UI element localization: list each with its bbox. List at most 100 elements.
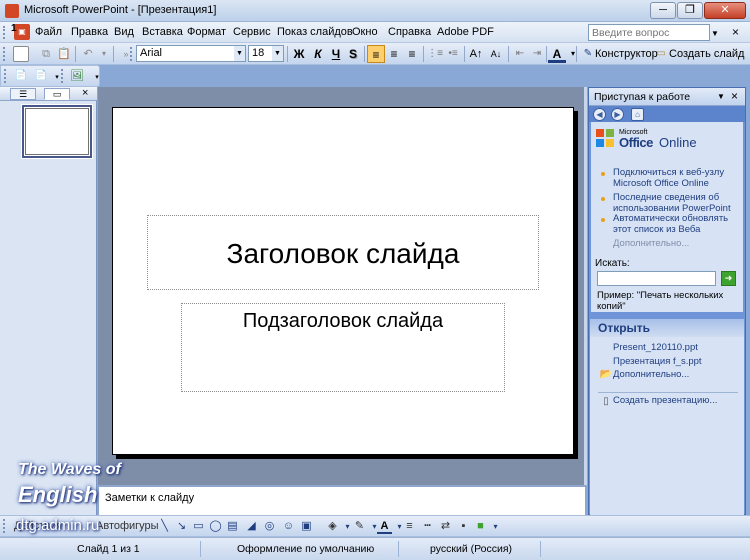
clipart-tool-icon[interactable]: ☺ bbox=[281, 519, 296, 534]
decrease-indent-icon[interactable]: ⇤ bbox=[511, 45, 529, 63]
task-pane-header: Приступая к работе ▼ × bbox=[589, 88, 745, 106]
pane-close-button[interactable]: × bbox=[82, 87, 88, 99]
increase-font-icon[interactable]: A↑ bbox=[467, 45, 485, 63]
font-color-draw-icon[interactable]: A bbox=[377, 519, 392, 534]
toolbar-grip[interactable] bbox=[4, 69, 7, 83]
chevron-down-icon[interactable]: ▼ bbox=[717, 92, 725, 101]
new-slide-icon: ▭ bbox=[656, 48, 666, 59]
menu-insert[interactable]: Вставка bbox=[142, 26, 183, 38]
menu-edit[interactable]: Правка bbox=[71, 26, 108, 38]
pdf-email-icon[interactable]: 📄 bbox=[33, 68, 49, 84]
link-auto-update[interactable]: Автоматически обновлять этот список из В… bbox=[613, 213, 738, 235]
arrow-tool-icon[interactable]: ↘ bbox=[174, 519, 189, 534]
shadow-style-icon[interactable]: ▪ bbox=[456, 519, 471, 534]
menu-file[interactable]: Файл bbox=[35, 26, 62, 38]
tab-slides[interactable]: ▭ bbox=[44, 88, 70, 100]
back-icon[interactable]: ◀ bbox=[593, 108, 606, 121]
new-slide-button[interactable]: Создать слайд bbox=[669, 48, 744, 60]
tab-outline[interactable]: ☰ bbox=[10, 88, 36, 100]
subtitle-placeholder[interactable]: Подзаголовок слайда bbox=[181, 303, 505, 392]
vertical-scrollbar[interactable] bbox=[584, 87, 587, 485]
toolbar-grip[interactable] bbox=[130, 47, 133, 61]
diagram-tool-icon[interactable]: ◎ bbox=[262, 519, 277, 534]
increase-indent-icon[interactable]: ⇥ bbox=[528, 45, 546, 63]
font-color-dropdown-icon[interactable]: ▾ bbox=[565, 46, 581, 62]
align-right-button[interactable]: ≡ bbox=[403, 45, 421, 63]
3d-style-icon[interactable]: ■ bbox=[473, 519, 488, 534]
font-size-combo[interactable]: 18 ▼ bbox=[248, 45, 284, 62]
undo-icon[interactable]: ↶ bbox=[80, 46, 96, 62]
question-dropdown-icon[interactable]: ▼ bbox=[711, 29, 719, 38]
insert-picture-icon[interactable]: 🖼 bbox=[69, 68, 85, 84]
toolbar-grip[interactable] bbox=[3, 519, 6, 533]
fill-color-icon[interactable]: ◈ bbox=[325, 519, 340, 534]
new-document-icon[interactable] bbox=[13, 46, 29, 62]
picture-tool-icon[interactable]: ▣ bbox=[299, 519, 314, 534]
menu-view[interactable]: Вид bbox=[114, 26, 134, 38]
menu-format[interactable]: Формат bbox=[187, 26, 226, 38]
minimize-button[interactable]: ─ bbox=[650, 2, 676, 19]
separator bbox=[287, 46, 288, 62]
undo-dropdown-icon[interactable]: ▾ bbox=[96, 46, 112, 62]
menu-grip[interactable] bbox=[3, 26, 6, 39]
menu-adobe-pdf[interactable]: Adobe PDF bbox=[437, 26, 494, 38]
forward-icon[interactable]: ▶ bbox=[611, 108, 624, 121]
rectangle-tool-icon[interactable]: ▭ bbox=[191, 519, 206, 534]
menu-window[interactable]: Окно bbox=[352, 26, 378, 38]
separator bbox=[546, 46, 547, 62]
line-tool-icon[interactable]: ╲ bbox=[157, 519, 172, 534]
document-close-button[interactable]: × bbox=[732, 25, 739, 39]
underline-button[interactable]: Ч bbox=[327, 45, 345, 63]
chevron-down-icon[interactable]: ▼ bbox=[234, 46, 245, 61]
link-connect-office-online[interactable]: Подключиться к веб-узлу Microsoft Office… bbox=[613, 167, 738, 189]
shadow-button[interactable]: S bbox=[344, 45, 362, 63]
link-more[interactable]: Дополнительно... bbox=[613, 238, 689, 249]
numbered-list-button[interactable]: ⋮≡ bbox=[426, 45, 444, 63]
search-go-icon[interactable]: ➜ bbox=[721, 271, 736, 286]
create-presentation-link[interactable]: Создать презентацию... bbox=[613, 395, 717, 406]
bulleted-list-button[interactable]: •≡ bbox=[444, 45, 462, 63]
arrow-style-icon[interactable]: ⇄ bbox=[438, 519, 453, 534]
close-button[interactable]: ✕ bbox=[704, 2, 746, 19]
toolbar-grip[interactable] bbox=[61, 69, 64, 83]
recent-file-2[interactable]: Презентация f_s.ppt bbox=[613, 356, 702, 367]
decrease-font-icon[interactable]: A↓ bbox=[487, 45, 505, 63]
font-color-button[interactable]: A bbox=[548, 45, 566, 63]
open-more-link[interactable]: Дополнительно... bbox=[613, 369, 689, 380]
home-icon[interactable]: ⌂ bbox=[631, 108, 644, 121]
toolbar-grip[interactable] bbox=[3, 47, 6, 61]
notes-pane[interactable]: Заметки к слайду bbox=[98, 485, 585, 515]
italic-button[interactable]: К bbox=[309, 45, 327, 63]
align-center-button[interactable]: ≡ bbox=[385, 45, 403, 63]
office-logo-icon bbox=[596, 129, 614, 147]
pane-tabs: ☰ ▭ × bbox=[0, 87, 97, 101]
paste-icon[interactable]: 📋 bbox=[56, 46, 72, 62]
menu-tools[interactable]: Сервис bbox=[233, 26, 271, 38]
align-left-button[interactable]: ≡ bbox=[367, 45, 385, 63]
question-input[interactable] bbox=[588, 24, 710, 41]
link-latest-news[interactable]: Последние сведения об использовании Powe… bbox=[613, 192, 738, 214]
pdf-convert-icon[interactable]: 📄 bbox=[13, 68, 29, 84]
title-bar: Microsoft PowerPoint - [Презентация1] ─ … bbox=[0, 0, 750, 22]
line-style-icon[interactable]: ≡ bbox=[402, 519, 417, 534]
oval-tool-icon[interactable]: ◯ bbox=[208, 519, 223, 534]
toolbar-options-icon[interactable]: ▾ bbox=[488, 519, 503, 534]
toolbar-options-icon[interactable]: ▾ bbox=[89, 70, 105, 86]
bold-button[interactable]: Ж bbox=[290, 45, 308, 63]
wordart-tool-icon[interactable]: ◢ bbox=[244, 519, 259, 534]
maximize-button[interactable]: ❐ bbox=[677, 2, 703, 19]
recent-file-1[interactable]: Present_120110.ppt bbox=[613, 342, 698, 353]
menu-slideshow[interactable]: Показ слайдов bbox=[277, 26, 353, 38]
status-design: Оформление по умолчанию bbox=[237, 543, 375, 555]
title-placeholder[interactable]: Заголовок слайда bbox=[147, 215, 539, 290]
menu-help[interactable]: Справка bbox=[388, 26, 431, 38]
task-pane-close-button[interactable]: × bbox=[731, 89, 738, 103]
designer-button[interactable]: Конструктор bbox=[595, 48, 658, 60]
copy-icon[interactable]: ⧉ bbox=[38, 46, 54, 62]
chevron-down-icon[interactable]: ▼ bbox=[272, 46, 283, 61]
dash-style-icon[interactable]: ┅ bbox=[420, 519, 435, 534]
font-name-combo[interactable]: Arial ▼ bbox=[136, 45, 246, 62]
search-input[interactable] bbox=[597, 271, 716, 286]
line-color-icon[interactable]: ✎ bbox=[352, 519, 367, 534]
textbox-tool-icon[interactable]: ▤ bbox=[225, 519, 240, 534]
